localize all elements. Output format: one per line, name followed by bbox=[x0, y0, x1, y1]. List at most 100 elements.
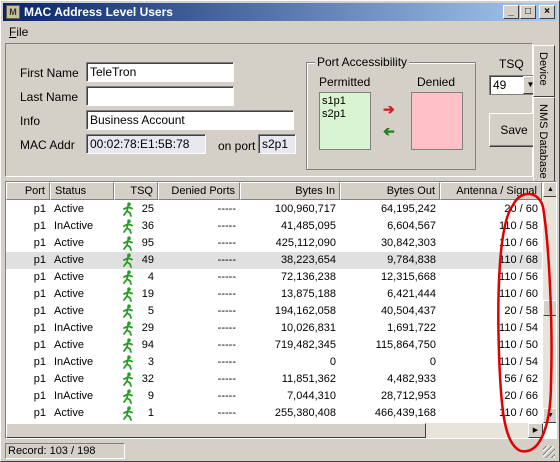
table-row[interactable]: p1 InActive 29 ----- 10,026,831 1,691,722 110 … bbox=[6, 320, 542, 337]
cell-port: p1 bbox=[33, 254, 46, 266]
vertical-scroll-thumb[interactable] bbox=[543, 300, 556, 316]
cell-antenna-signal: 110 / 54 bbox=[499, 322, 538, 334]
tab-nms-database[interactable]: NMS Database bbox=[533, 97, 555, 183]
horizontal-scrollbar[interactable]: ▶ bbox=[6, 423, 543, 438]
table-row[interactable]: p1 InActive 36 ----- 41,485,095 6,604,567 110 … bbox=[6, 218, 542, 235]
table-row[interactable]: p1 Active 32 ----- 11,851,362 4,482,933 56 / 6… bbox=[6, 371, 542, 388]
col-bytes-out[interactable]: Bytes Out bbox=[340, 182, 440, 200]
tsq-label: TSQ bbox=[499, 57, 524, 71]
cell-port: p1 bbox=[33, 288, 46, 300]
cell-bytes-in: 0 bbox=[329, 356, 336, 368]
scroll-right-icon[interactable]: ▶ bbox=[528, 423, 543, 438]
cell-antenna-signal: 110 / 60 bbox=[499, 407, 538, 419]
cell-tsq: 1 bbox=[147, 407, 154, 419]
table-row[interactable]: p1 Active 4 ----- 72,136,238 12,315,668 110 / … bbox=[6, 269, 542, 286]
scroll-down-icon[interactable]: ▼ bbox=[543, 408, 556, 423]
first-name-label: First Name bbox=[20, 66, 79, 80]
cell-antenna-signal: 110 / 68 bbox=[499, 254, 538, 266]
tab-device[interactable]: Device bbox=[533, 45, 555, 97]
col-tsq[interactable]: TSQ bbox=[114, 182, 158, 200]
cell-bytes-in: 38,223,654 bbox=[280, 254, 336, 266]
on-port-field[interactable]: s2p1 bbox=[258, 134, 296, 154]
menu-bar: File bbox=[3, 23, 557, 41]
table-row[interactable]: p1 InActive 3 ----- 0 0 110 / 54 bbox=[6, 354, 542, 371]
cell-port: p1 bbox=[33, 305, 46, 317]
cell-tsq: 32 bbox=[141, 373, 154, 385]
runner-icon bbox=[122, 338, 134, 353]
runner-icon bbox=[122, 355, 134, 370]
cell-status: Active bbox=[54, 288, 84, 300]
cell-tsq: 3 bbox=[147, 356, 154, 368]
col-bytes-in[interactable]: Bytes In bbox=[240, 182, 340, 200]
cell-tsq: 9 bbox=[147, 390, 154, 402]
cell-tsq: 49 bbox=[141, 254, 154, 266]
cell-bytes-out: 40,504,437 bbox=[380, 305, 436, 317]
scroll-up-icon[interactable]: ▲ bbox=[543, 182, 556, 197]
list-item[interactable]: s1p1 bbox=[322, 95, 368, 108]
permit-arrow-icon[interactable]: ➔ bbox=[383, 123, 395, 139]
port-accessibility-title: Port Accessibility bbox=[315, 55, 410, 69]
cell-tsq: 29 bbox=[141, 322, 154, 334]
table-row[interactable]: p1 Active 1 ----- 255,380,408 466,439,168 110 … bbox=[6, 405, 542, 422]
cell-bytes-out: 4,482,933 bbox=[387, 373, 436, 385]
cell-bytes-in: 194,162,058 bbox=[274, 305, 336, 317]
table-row[interactable]: p1 Active 94 ----- 719,482,345 115,864,750 110… bbox=[6, 337, 542, 354]
cell-port: p1 bbox=[33, 271, 46, 283]
denied-ports-list[interactable] bbox=[411, 92, 463, 150]
cell-bytes-out: 115,864,750 bbox=[375, 339, 436, 351]
cell-port: p1 bbox=[33, 322, 46, 334]
tsq-select[interactable]: 49 ▼ bbox=[489, 75, 539, 95]
info-field[interactable]: Business Account bbox=[86, 110, 294, 130]
cell-antenna-signal: 56 / 62 bbox=[504, 373, 538, 385]
col-status[interactable]: Status bbox=[50, 182, 114, 200]
col-antenna-signal[interactable]: Antenna / Signal bbox=[440, 182, 542, 200]
horizontal-scroll-thumb[interactable] bbox=[6, 423, 426, 438]
col-denied-ports[interactable]: Denied Ports bbox=[158, 182, 240, 200]
cell-denied-ports: ----- bbox=[217, 254, 236, 266]
table-row[interactable]: p1 Active 19 ----- 13,875,188 6,421,444 110 / … bbox=[6, 286, 542, 303]
last-name-field[interactable] bbox=[86, 86, 234, 106]
runner-icon bbox=[122, 389, 134, 404]
table-row[interactable]: p1 Active 49 ----- 38,223,654 9,784,838 110 / … bbox=[6, 252, 542, 269]
cell-tsq: 95 bbox=[141, 237, 154, 249]
users-table[interactable]: Port Status TSQ Denied Ports Bytes In By… bbox=[5, 181, 557, 439]
cell-antenna-signal: 110 / 54 bbox=[499, 356, 538, 368]
vertical-scrollbar[interactable]: ▲ ▼ bbox=[543, 182, 556, 423]
cell-denied-ports: ----- bbox=[217, 407, 236, 419]
cell-antenna-signal: 110 / 60 bbox=[499, 288, 538, 300]
status-bar: Record: 103 / 198 bbox=[5, 442, 557, 460]
runner-icon bbox=[122, 372, 134, 387]
cell-denied-ports: ----- bbox=[217, 288, 236, 300]
cell-status: Active bbox=[54, 237, 84, 249]
table-row[interactable]: p1 Active 25 ----- 100,960,717 64,195,242 20 /… bbox=[6, 201, 542, 218]
menu-file[interactable]: File bbox=[9, 25, 28, 39]
title-bar[interactable]: M MAC Address Level Users _ □ × bbox=[3, 3, 557, 21]
runner-icon bbox=[122, 253, 134, 268]
table-row[interactable]: p1 Active 95 ----- 425,112,090 30,842,303 110 … bbox=[6, 235, 542, 252]
cell-denied-ports: ----- bbox=[217, 237, 236, 249]
cell-antenna-signal: 20 / 58 bbox=[504, 305, 538, 317]
minimize-button[interactable]: _ bbox=[503, 5, 519, 19]
cell-denied-ports: ----- bbox=[217, 220, 236, 232]
list-item[interactable]: s2p1 bbox=[322, 108, 368, 121]
cell-denied-ports: ----- bbox=[217, 322, 236, 334]
resize-grip-icon[interactable] bbox=[543, 446, 555, 458]
cell-bytes-out: 12,315,668 bbox=[380, 271, 436, 283]
cell-antenna-signal: 20 / 66 bbox=[504, 390, 538, 402]
cell-port: p1 bbox=[33, 356, 46, 368]
first-name-field[interactable]: TeleTron bbox=[86, 62, 234, 82]
cell-port: p1 bbox=[33, 220, 46, 232]
close-button[interactable]: × bbox=[539, 5, 555, 19]
permitted-ports-list[interactable]: s1p1 s2p1 bbox=[319, 92, 371, 150]
table-row[interactable]: p1 InActive 9 ----- 7,044,310 28,712,953 20 / … bbox=[6, 388, 542, 405]
cell-bytes-in: 719,482,345 bbox=[274, 339, 336, 351]
cell-denied-ports: ----- bbox=[217, 339, 236, 351]
cell-tsq: 36 bbox=[141, 220, 154, 232]
mac-addr-field[interactable]: 00:02:78:E1:5B:78 bbox=[86, 134, 206, 154]
cell-bytes-out: 9,784,838 bbox=[387, 254, 436, 266]
maximize-button[interactable]: □ bbox=[520, 5, 536, 19]
table-row[interactable]: p1 Active 5 ----- 194,162,058 40,504,437 20 / … bbox=[6, 303, 542, 320]
deny-arrow-icon[interactable]: ➔ bbox=[383, 102, 395, 116]
save-button[interactable]: Save bbox=[489, 113, 539, 147]
col-port[interactable]: Port bbox=[6, 182, 50, 200]
